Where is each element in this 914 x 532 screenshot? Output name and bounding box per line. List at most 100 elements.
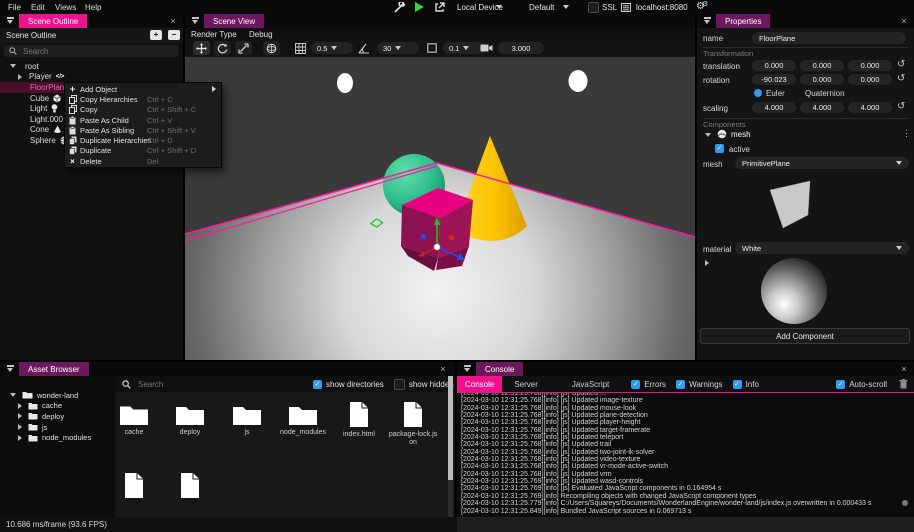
grid-size-select[interactable]: 0.5	[311, 42, 353, 54]
asset-item-package-lock[interactable]: package-lock.json	[385, 401, 441, 447]
menu-edit[interactable]: Edit	[31, 3, 45, 12]
asset-tree-item-node-modules[interactable]: node_modules	[0, 432, 115, 443]
asset-item-index-html[interactable]: index.html	[331, 401, 387, 439]
reset-translation-icon[interactable]: ↺	[897, 60, 905, 70]
show-directories-checkbox[interactable]: ✓	[313, 380, 322, 389]
menu-item-delete[interactable]: × Delete Del	[65, 156, 221, 166]
tree-item-player[interactable]: Player </>	[0, 72, 183, 83]
asset-scrollbar[interactable]	[448, 376, 453, 517]
component-collapse-arrow[interactable]	[705, 133, 711, 137]
debug-menu[interactable]: Debug	[249, 30, 273, 39]
translation-x-field[interactable]: 0.000	[752, 60, 796, 71]
asset-item-cache[interactable]: cache	[106, 404, 162, 437]
device-select-caret[interactable]	[496, 5, 502, 9]
rotation-y-field[interactable]: 0.000	[800, 74, 844, 85]
autoscroll-checkbox[interactable]: ✓	[836, 380, 845, 389]
asset-tree-item-deploy[interactable]: deploy	[0, 411, 115, 422]
config-select-value[interactable]: Default	[529, 3, 554, 12]
collapse-arrow-icon[interactable]	[10, 64, 16, 68]
close-icon[interactable]: ×	[898, 363, 910, 375]
euler-radio[interactable]	[754, 89, 762, 97]
scene-search-input[interactable]	[21, 46, 165, 57]
asset-search-input[interactable]	[136, 379, 305, 390]
menu-item-copy[interactable]: Copy Ctrl + Shift + C	[65, 105, 221, 115]
reset-scaling-icon[interactable]: ↺	[897, 102, 905, 112]
scrollbar-thumb[interactable]	[448, 376, 453, 480]
translate-tool-button[interactable]	[193, 41, 210, 55]
menu-item-copy-hierarchies[interactable]: Copy Hierarchies Ctrl + C	[65, 94, 221, 104]
panel-menu-icon[interactable]	[191, 17, 200, 25]
panel-menu-icon[interactable]	[463, 365, 472, 373]
panel-menu-icon[interactable]	[703, 17, 712, 25]
collapse-all-button[interactable]: −	[168, 30, 180, 40]
scale-tool-button[interactable]	[235, 41, 252, 55]
component-options-icon[interactable]: ⋮	[902, 128, 911, 139]
global-local-space-button[interactable]	[263, 41, 280, 55]
mesh-select[interactable]: PrimitivePlane	[735, 157, 909, 169]
rotation-z-field[interactable]: 0.000	[848, 74, 892, 85]
asset-item-deploy[interactable]: deploy	[162, 404, 218, 437]
menu-item-add-object[interactable]: + Add Object	[65, 84, 221, 94]
menu-item-duplicate[interactable]: Duplicate Ctrl + Shift + D	[65, 146, 221, 156]
collapse-arrow-icon[interactable]	[10, 393, 16, 397]
euler-label[interactable]: Euler	[766, 89, 785, 98]
ssl-checkbox[interactable]	[588, 2, 599, 13]
trash-icon[interactable]	[899, 379, 908, 389]
expand-arrow-icon[interactable]	[18, 74, 22, 80]
active-checkbox[interactable]: ✓	[715, 144, 724, 153]
mesh-component-title[interactable]: mesh	[731, 130, 751, 139]
menu-views[interactable]: Views	[55, 3, 76, 12]
build-wrench-icon[interactable]	[394, 2, 405, 13]
show-hidden-checkbox[interactable]	[394, 379, 405, 390]
render-type-menu[interactable]: Render Type	[191, 30, 237, 39]
console-log[interactable]: [2024-03-10 12:31:25.768][info] [js] Upd…	[457, 392, 914, 517]
rotation-x-field[interactable]: -90.023	[752, 74, 796, 85]
translation-y-field[interactable]: 0.000	[800, 60, 844, 71]
scaling-x-field[interactable]: 4.000	[752, 102, 796, 113]
close-icon[interactable]: ×	[167, 15, 179, 27]
expand-arrow-icon[interactable]	[18, 403, 22, 409]
play-icon[interactable]	[415, 2, 424, 12]
panel-menu-icon[interactable]	[6, 365, 15, 373]
close-icon[interactable]: ×	[898, 15, 910, 27]
console-scroll-thumb[interactable]	[902, 500, 908, 506]
translate-snap-select[interactable]: 0.1	[443, 42, 485, 54]
menu-help[interactable]: Help	[85, 3, 101, 12]
reset-rotation-icon[interactable]: ↺	[897, 74, 905, 84]
tab-console[interactable]: Console	[476, 362, 523, 376]
tab-asset-browser[interactable]: Asset Browser	[19, 362, 89, 376]
scaling-z-field[interactable]: 4.000	[848, 102, 892, 113]
close-icon[interactable]: ×	[437, 363, 449, 375]
asset-item-file[interactable]	[106, 472, 162, 502]
expand-arrow-icon[interactable]	[18, 424, 22, 430]
tab-scene-view[interactable]: Scene View	[204, 14, 264, 28]
menu-item-paste-as-sibling[interactable]: Paste As Sibling Ctrl + Shift + V	[65, 125, 221, 135]
asset-tree-item-js[interactable]: js	[0, 422, 115, 433]
menu-file[interactable]: File	[8, 3, 21, 12]
tab-properties[interactable]: Properties	[716, 14, 770, 28]
config-select-caret[interactable]	[563, 5, 569, 9]
menu-item-duplicate-hierarchies[interactable]: Duplicate Hierarchies Ctrl + D	[65, 135, 221, 145]
expand-arrow-icon[interactable]	[18, 413, 22, 419]
host-address[interactable]: localhost:8080	[636, 3, 688, 12]
quaternion-label[interactable]: Quaternion	[805, 89, 845, 98]
console-subtab-console[interactable]: Console	[457, 376, 502, 392]
viewport-3d[interactable]	[185, 57, 695, 360]
tab-scene-outline[interactable]: Scene Outline	[19, 14, 87, 28]
material-expand-arrow[interactable]	[705, 260, 709, 266]
asset-item-node-modules[interactable]: node_modules	[275, 404, 331, 437]
add-component-button[interactable]: Add Component	[700, 328, 910, 344]
console-subtab-javascript[interactable]: JavaScript	[564, 376, 617, 392]
rotate-tool-button[interactable]	[214, 41, 231, 55]
asset-item-file[interactable]	[162, 472, 218, 502]
asset-item-js[interactable]: js	[219, 404, 275, 437]
name-input[interactable]: FloorPlane	[752, 32, 906, 44]
expand-arrow-icon[interactable]	[18, 435, 22, 441]
warnings-checkbox[interactable]: ✓	[676, 380, 685, 389]
asset-tree-item-cache[interactable]: cache	[0, 401, 115, 412]
info-checkbox[interactable]: ✓	[733, 380, 742, 389]
console-subtab-server[interactable]: Server	[506, 376, 546, 392]
scaling-y-field[interactable]: 4.000	[800, 102, 844, 113]
expand-all-button[interactable]: +	[150, 30, 162, 40]
errors-checkbox[interactable]: ✓	[631, 380, 640, 389]
